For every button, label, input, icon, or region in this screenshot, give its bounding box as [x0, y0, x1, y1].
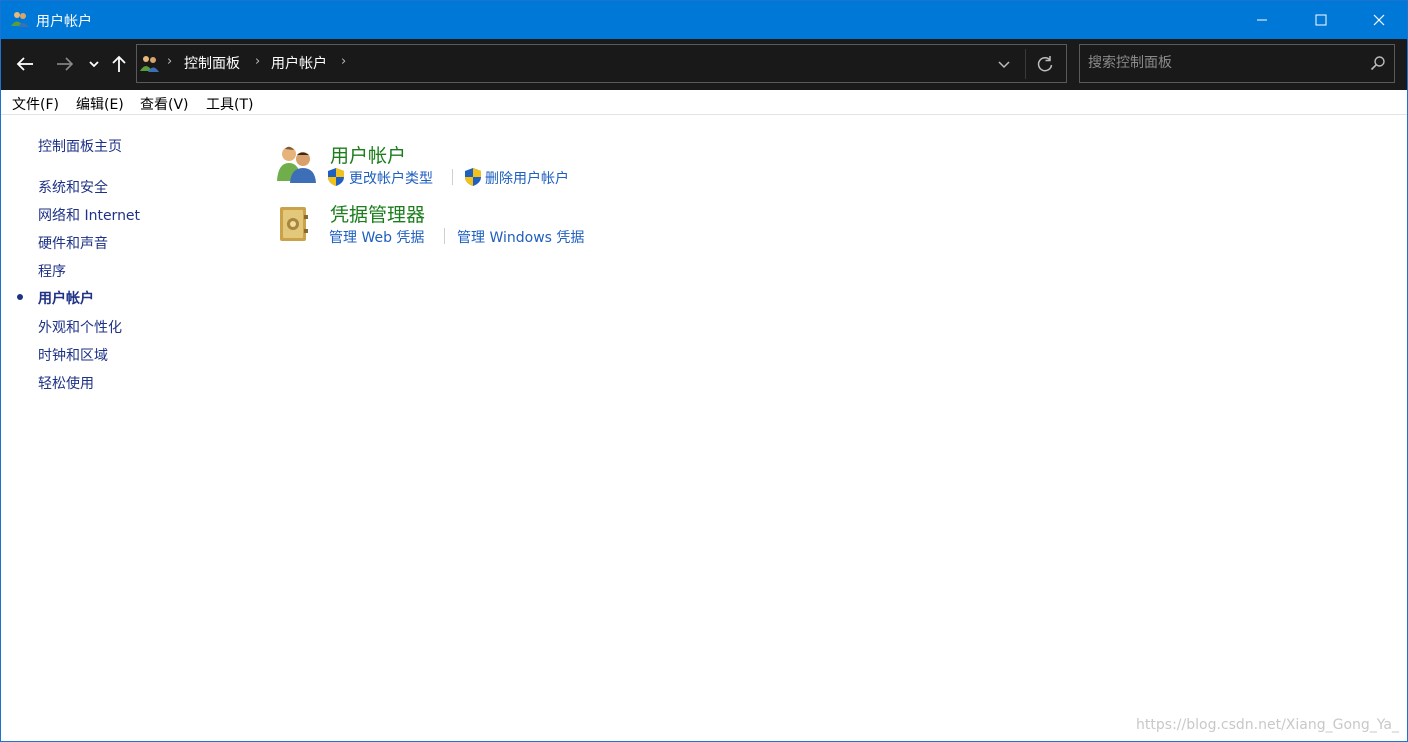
up-button[interactable]: [107, 51, 131, 77]
menu-tools[interactable]: 工具(T): [206, 94, 253, 114]
link-divider: [452, 169, 453, 185]
left-nav-hardware-sound[interactable]: 硬件和声音: [38, 233, 108, 253]
shield-icon: [328, 168, 344, 186]
current-page-bullet: [17, 294, 23, 300]
recent-locations-button[interactable]: [85, 51, 103, 77]
menu-file[interactable]: 文件(F): [12, 94, 59, 114]
delete-user-account-link[interactable]: 删除用户帐户: [485, 168, 569, 188]
arrow-left-icon: [16, 57, 33, 71]
left-nav-ease-of-access[interactable]: 轻松使用: [38, 373, 94, 393]
manage-windows-credentials-link[interactable]: 管理 Windows 凭据: [457, 227, 584, 247]
credential-vault-icon: [280, 207, 308, 241]
arrow-up-icon: [112, 55, 126, 72]
menu-view[interactable]: 查看(V): [140, 94, 189, 114]
menu-edit[interactable]: 编辑(E): [76, 94, 124, 114]
credential-manager-title[interactable]: 凭据管理器: [330, 200, 425, 227]
address-bar[interactable]: › 控制面板 › 用户帐户 ›: [136, 44, 1067, 83]
left-nav-system-security[interactable]: 系统和安全: [38, 177, 108, 197]
users-icon: [11, 12, 29, 27]
change-account-type-link[interactable]: 更改帐户类型: [349, 168, 433, 188]
chevron-down-icon: [89, 61, 99, 68]
shield-icon: [465, 168, 481, 186]
left-nav-clock-region[interactable]: 时钟和区域: [38, 345, 108, 365]
control-panel-home-link[interactable]: 控制面板主页: [38, 136, 122, 156]
left-nav-user-accounts[interactable]: 用户帐户: [38, 288, 94, 308]
maximize-icon: [1315, 14, 1326, 26]
minimize-icon: [1256, 19, 1267, 21]
left-nav-appearance[interactable]: 外观和个性化: [38, 317, 122, 337]
breadcrumb-separator-icon[interactable]: ›: [167, 54, 172, 69]
minimize-button[interactable]: [1232, 1, 1291, 39]
users-icon: [277, 146, 316, 183]
back-button[interactable]: [11, 51, 39, 77]
left-nav-network-internet[interactable]: 网络和 Internet: [38, 205, 140, 225]
refresh-icon[interactable]: [1035, 54, 1055, 74]
left-navigation-pane: 控制面板主页 系统和安全 网络和 Internet 硬件和声音 程序 用户帐户 …: [1, 116, 251, 716]
search-box[interactable]: [1079, 44, 1395, 83]
title-bar[interactable]: 用户帐户: [1, 1, 1407, 39]
close-icon: [1373, 14, 1384, 26]
search-icon[interactable]: [1370, 55, 1386, 71]
link-divider: [444, 228, 445, 244]
breadcrumb-user-accounts[interactable]: 用户帐户: [271, 53, 327, 73]
control-panel-window: 用户帐户 › 控制面板 › 用户帐户 › 搜索控制面板 文件(F) 编辑(E) …: [0, 0, 1408, 742]
watermark: https://blog.csdn.net/Xiang_Gong_Ya_: [1136, 717, 1399, 733]
chevron-down-icon[interactable]: [995, 55, 1013, 73]
users-icon: [140, 56, 159, 72]
arrow-right-icon: [57, 57, 74, 71]
breadcrumb-separator-icon[interactable]: ›: [341, 54, 346, 69]
forward-button[interactable]: [51, 51, 79, 77]
manage-web-credentials-link[interactable]: 管理 Web 凭据: [329, 227, 424, 247]
left-nav-programs[interactable]: 程序: [38, 261, 66, 281]
navigation-bar: › 控制面板 › 用户帐户 ›: [1, 39, 1407, 90]
search-input[interactable]: [1088, 53, 1358, 73]
breadcrumb-control-panel[interactable]: 控制面板: [184, 53, 240, 73]
menu-bar: 文件(F) 编辑(E) 查看(V) 工具(T): [1, 90, 1407, 115]
close-button[interactable]: [1349, 1, 1408, 39]
window-title: 用户帐户: [36, 14, 92, 30]
maximize-button[interactable]: [1291, 1, 1350, 39]
divider: [1025, 49, 1026, 79]
breadcrumb-separator-icon[interactable]: ›: [255, 54, 260, 69]
user-accounts-title[interactable]: 用户帐户: [330, 141, 406, 168]
